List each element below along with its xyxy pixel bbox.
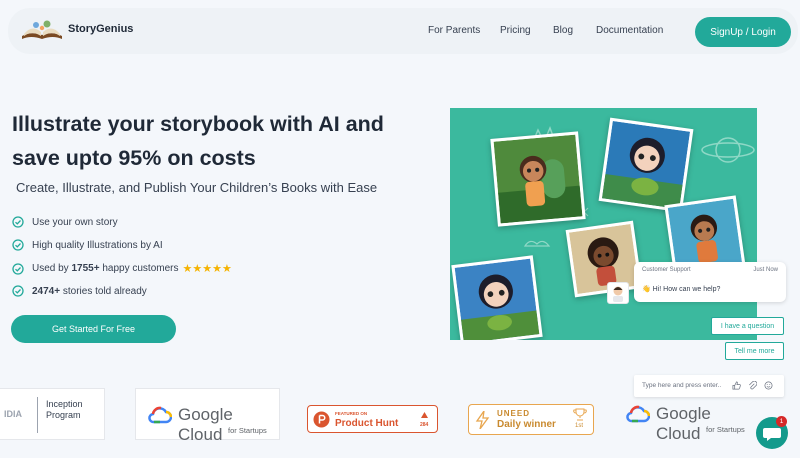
product-hunt-icon bbox=[313, 411, 330, 428]
upvote-count: 284 bbox=[420, 422, 429, 428]
feature-used-by-label: Used by bbox=[32, 263, 69, 274]
uneed-wordmark: UNEED bbox=[497, 409, 531, 418]
chat-greeting-bubble: Customer Support Just Now 👋 Hi! How can … bbox=[634, 262, 786, 302]
nav-for-parents[interactable]: For Parents bbox=[428, 25, 480, 36]
support-avatar bbox=[607, 282, 629, 304]
hero-title: Illustrate your storybook with AI and sa… bbox=[12, 112, 384, 170]
brand-name[interactable]: StoryGenius bbox=[68, 23, 133, 35]
girl-with-frog-illustration bbox=[454, 258, 540, 340]
nvidia-wordmark: IDIA bbox=[4, 409, 22, 419]
nav-documentation[interactable]: Documentation bbox=[596, 25, 663, 36]
chat-message: 👋 Hi! How can we help? bbox=[642, 286, 721, 293]
rank-text: 1st bbox=[575, 423, 584, 429]
feature-happy-customers: happy customers bbox=[102, 263, 179, 274]
customer-count: 1755+ bbox=[71, 263, 100, 274]
google-cloud-startups-logo: Google Cloud for Startups bbox=[614, 388, 759, 443]
story-illustration-card bbox=[598, 117, 694, 213]
star-rating: ★★★★★ bbox=[182, 263, 232, 275]
feature-stories-told: stories told already bbox=[62, 285, 147, 297]
story-illustration-card bbox=[565, 220, 643, 298]
check-circle-icon bbox=[12, 262, 24, 275]
nvidia-inception-logo: IDIA Inception Program bbox=[0, 388, 105, 440]
check-circle-icon bbox=[12, 239, 24, 251]
feature-item: 2474+ stories told already bbox=[12, 285, 147, 297]
story-illustration-card bbox=[451, 255, 543, 340]
quick-reply-question[interactable]: I have a question bbox=[711, 317, 784, 335]
quick-reply-tell-me-more[interactable]: Tell me more bbox=[725, 342, 784, 360]
hero-illustration-panel bbox=[450, 108, 757, 340]
daily-winner-text: Daily winner bbox=[497, 419, 556, 430]
smiley-icon[interactable] bbox=[764, 381, 773, 390]
unread-badge: 1 bbox=[776, 416, 787, 427]
for-startups-text: for Startups bbox=[228, 426, 267, 435]
girl-with-frog-illustration bbox=[601, 120, 691, 210]
product-hunt-wordmark: Product Hunt bbox=[335, 418, 399, 429]
nav-blog[interactable]: Blog bbox=[553, 25, 573, 36]
feature-own-story: Use your own story bbox=[32, 216, 118, 228]
google-cloud-icon bbox=[148, 406, 172, 424]
feature-item: High quality Illustrations by AI bbox=[12, 239, 163, 251]
google-cloud-startups-logo: Google Cloud for Startups bbox=[135, 388, 280, 444]
open-book-logo[interactable] bbox=[20, 18, 64, 42]
get-started-button[interactable]: Get Started For Free bbox=[11, 315, 176, 343]
nav-pricing[interactable]: Pricing bbox=[500, 25, 531, 36]
feature-ai-illustrations: High quality Illustrations by AI bbox=[32, 239, 163, 251]
story-illustration-card bbox=[490, 131, 586, 227]
google-cloud-wordmark: Google Cloud bbox=[178, 405, 233, 444]
wave-icon: 👋 bbox=[642, 286, 651, 293]
chat-agent-name: Customer Support bbox=[642, 267, 691, 273]
top-navbar: StoryGenius For Parents Pricing Blog Doc… bbox=[8, 8, 798, 54]
girl-in-forest-illustration bbox=[493, 134, 583, 224]
uneed-daily-winner-badge: UNEED Daily winner 1st bbox=[468, 404, 594, 435]
hero-subtitle: Create, Illustrate, and Publish Your Chi… bbox=[16, 180, 378, 195]
check-circle-icon bbox=[12, 216, 24, 228]
for-startups-text: for Startups bbox=[706, 425, 745, 434]
check-circle-icon bbox=[12, 285, 24, 297]
trophy-icon bbox=[573, 408, 587, 421]
google-cloud-icon bbox=[626, 405, 650, 423]
story-count: 2474+ bbox=[32, 285, 61, 297]
feature-item: Use your own story bbox=[12, 216, 118, 228]
chat-timestamp: Just Now bbox=[753, 267, 778, 273]
google-cloud-wordmark: Google Cloud bbox=[656, 404, 711, 443]
product-hunt-badge: FEATURED ON Product Hunt 284 bbox=[307, 405, 438, 433]
inception-program-text: Inception Program bbox=[46, 399, 83, 420]
featured-on-text: FEATURED ON bbox=[335, 411, 368, 416]
upvote-triangle-icon bbox=[421, 412, 428, 418]
feature-item: Used by 1755+ happy customers ★★★★★ bbox=[12, 262, 232, 275]
signup-login-button[interactable]: SignUp / Login bbox=[695, 17, 791, 47]
lightning-icon bbox=[475, 411, 490, 429]
